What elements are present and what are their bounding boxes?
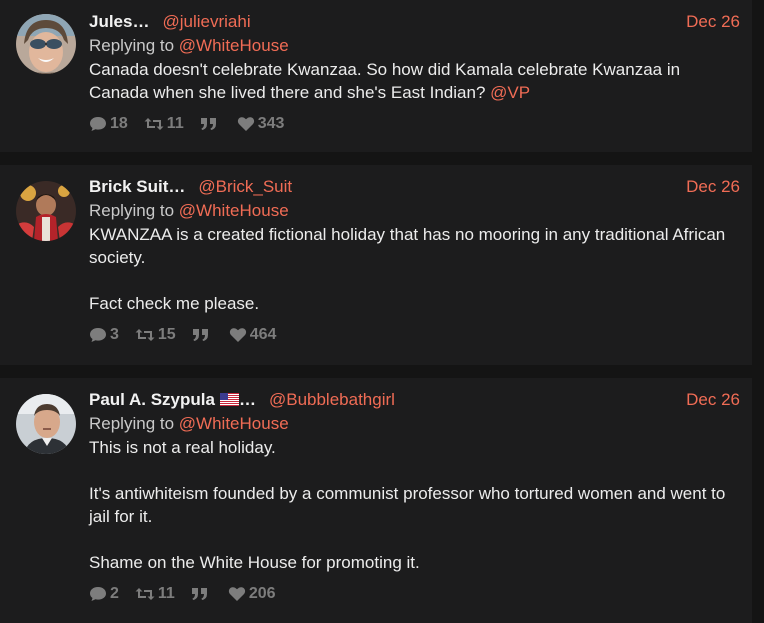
tweet-paragraph: Fact check me please. [89,294,260,313]
avatar-image-icon [16,14,76,74]
like-action[interactable]: 206 [228,585,276,603]
replying-mention[interactable]: @WhiteHouse [179,36,289,55]
tweet-paragraph: This is not a real holiday. [89,438,276,457]
us-flag-icon [219,393,239,406]
reply-action[interactable]: 18 [89,115,128,133]
replying-label: Replying to [89,36,175,55]
retweet-action[interactable]: 11 [135,585,175,603]
retweet-action[interactable]: 15 [135,326,176,344]
tweet-actions: 18 11 343 [89,113,740,135]
tweet-date[interactable]: Dec 26 [686,388,740,412]
author-name-ellipsis: … [238,390,256,409]
author-name[interactable]: Paul A. Szypula … [89,388,256,412]
replying-to: Replying to @WhiteHouse [89,34,740,58]
tweet-mention[interactable]: @VP [490,83,530,102]
quote-action[interactable] [200,117,221,131]
avatar-image-icon [16,394,76,454]
reply-icon [90,328,106,342]
author-handle[interactable]: @Bubblebathgirl [269,388,395,412]
retweet-icon [135,588,155,600]
avatar[interactable] [16,181,76,241]
replying-label: Replying to [89,414,175,433]
avatar-image-icon [16,181,76,241]
retweet-count: 11 [157,585,175,602]
retweet-count: 11 [166,115,184,132]
heart-icon [237,117,254,131]
tweet[interactable]: Jules… @julievriahi Dec 26 Replying to @… [0,0,752,152]
replying-to: Replying to @WhiteHouse [89,199,740,223]
like-count: 206 [248,585,276,602]
avatar[interactable] [16,394,76,454]
like-action[interactable]: 464 [229,326,277,344]
retweet-action[interactable]: 11 [144,115,184,133]
quote-icon [200,118,216,130]
reply-icon [90,587,106,601]
replying-to: Replying to @WhiteHouse [89,412,740,436]
author-name[interactable]: Jules… [89,10,149,34]
avatar[interactable] [16,14,76,74]
tweet-date[interactable]: Dec 26 [686,175,740,199]
reply-count: 3 [110,326,119,343]
retweet-count: 15 [157,326,176,343]
quote-icon [191,588,207,600]
tweet-paragraph: KWANZAA is a created fictional holiday t… [89,225,726,267]
replying-label: Replying to [89,201,175,220]
reply-action[interactable]: 2 [89,585,119,603]
tweet-date[interactable]: Dec 26 [686,10,740,34]
author-name[interactable]: Brick Suit… [89,175,185,199]
quote-action[interactable] [191,587,212,601]
tweet-text: Canada doesn't celebrate Kwanzaa. So how… [89,60,681,102]
tweet-actions: 3 15 464 [89,324,740,346]
heart-icon [228,587,245,601]
author-handle[interactable]: @julievriahi [162,10,250,34]
heart-icon [229,328,246,342]
tweet-body: This is not a real holiday. It's antiwhi… [89,436,740,574]
tweet-body: Canada doesn't celebrate Kwanzaa. So how… [89,58,740,104]
reply-count: 18 [110,115,128,132]
like-count: 464 [249,326,277,343]
tweet[interactable]: Brick Suit… @Brick_Suit Dec 26 Replying … [0,165,752,365]
reply-icon [90,117,106,131]
tweet-actions: 2 11 206 [89,583,740,605]
tweet-body: KWANZAA is a created fictional holiday t… [89,223,740,315]
author-name-text: Paul A. Szypula [89,390,215,409]
replying-mention[interactable]: @WhiteHouse [179,201,289,220]
tweet[interactable]: Paul A. Szypula … @Bubblebathgirl Dec 26 [0,378,752,623]
tweet-feed: Jules… @julievriahi Dec 26 Replying to @… [0,0,752,623]
author-handle[interactable]: @Brick_Suit [198,175,292,199]
tweet-paragraph: It's antiwhiteism founded by a communist… [89,484,726,526]
quote-icon [192,329,208,341]
tweet-paragraph: Shame on the White House for promoting i… [89,553,420,572]
retweet-icon [144,118,164,130]
quote-action[interactable] [192,328,213,342]
like-count: 343 [257,115,285,132]
reply-count: 2 [110,585,119,602]
reply-action[interactable]: 3 [89,326,119,344]
replying-mention[interactable]: @WhiteHouse [179,414,289,433]
retweet-icon [135,329,155,341]
like-action[interactable]: 343 [237,115,285,133]
